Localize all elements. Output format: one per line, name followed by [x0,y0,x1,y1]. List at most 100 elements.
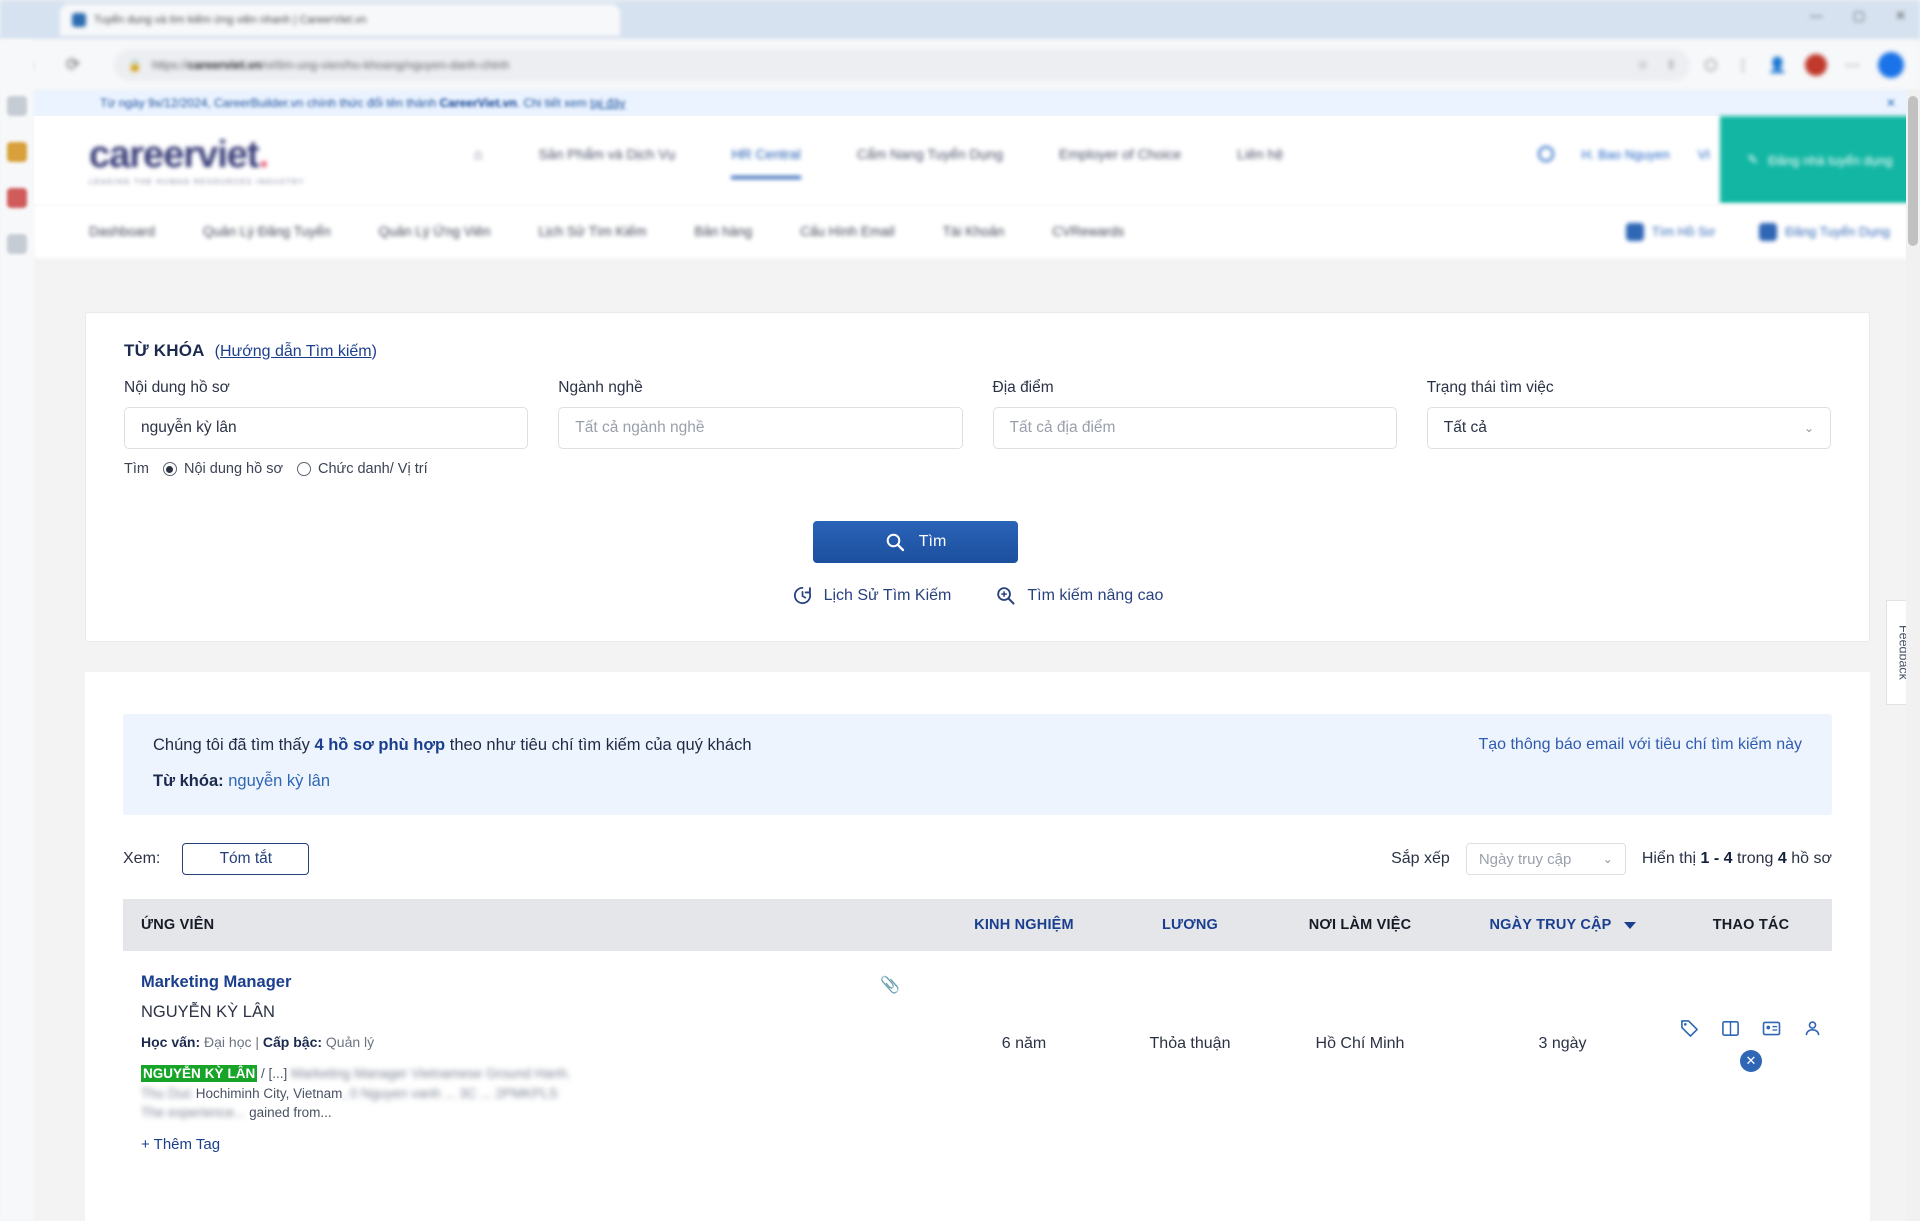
candidate-job-title[interactable]: Marketing Manager [141,973,933,992]
view-summary-button[interactable]: Tóm tắt [182,843,310,875]
cell-location: Hồ Chí Minh [1315,1035,1405,1052]
search-guide-link[interactable]: (Hướng dẫn Tìm kiếm) [215,343,377,361]
advanced-search-link[interactable]: Tìm kiếm nâng cao [995,585,1163,606]
post-job-cta-label: Đăng nhà tuyển dụng [1768,152,1893,168]
close-icon[interactable]: ✕ [1886,96,1896,110]
rail-icon-2[interactable] [7,142,27,162]
book-icon[interactable] [1721,1019,1740,1038]
sort-select[interactable]: Ngày truy cập ⌄ [1465,843,1626,875]
bookmark-icon[interactable]: ☆ [1637,58,1648,72]
create-email-alert-link[interactable]: Tạo thông báo email với tiêu chí tìm kiế… [1478,736,1802,754]
menu-dots-icon[interactable]: ⋮ [1735,56,1750,74]
contact-card-icon[interactable] [1762,1019,1781,1038]
find-resume-button[interactable]: Tìm Hồ Sơ [1625,222,1716,241]
puzzle-icon[interactable]: ⬡ [1704,56,1717,74]
window-controls[interactable]: — ▢ ✕ [1810,8,1906,24]
post-job-cta-button[interactable]: ✎ Đăng nhà tuyển dụng [1720,116,1920,204]
maximize-button[interactable]: ▢ [1853,8,1865,24]
column-last-access-label: NGÀY TRUY CẬP [1489,917,1612,933]
language-selector[interactable]: VI [1698,147,1710,162]
keyword-label: Từ khóa: [153,772,224,790]
url-path: /vi/tim-ung-vien/ho-khoang/nguyen-danh-c… [261,58,510,72]
subnav-item-sales[interactable]: Bản hàng [694,224,752,239]
page-scrollbar[interactable] [1906,90,1920,1221]
briefcase-icon [1759,222,1778,241]
search-mode-radios: Tìm Nội dung hồ sơ Chức danh/ Vị trí [124,461,528,477]
globe-icon [1537,146,1554,162]
careerviet-logo[interactable]: careerviet. LEADING THE HUMAN RESOURCES … [89,134,305,186]
notice-link[interactable]: tại đây [590,96,625,110]
address-bar[interactable]: 🔒 https://careerviet.vn/vi/tim-ung-vien/… [114,49,1691,81]
search-icon [886,533,904,552]
view-label: Xem: [123,850,161,867]
site-header: careerviet. LEADING THE HUMAN RESOURCES … [34,116,1920,204]
industry-input[interactable]: Tất cả ngành nghề [558,407,963,449]
label-job-status: Trạng thái tìm việc [1426,379,1554,396]
nav-item-contact[interactable]: Liên hệ [1237,146,1283,179]
radio-job-title[interactable]: Chức danh/ Vị trí [296,461,428,477]
subnav-item-email-config[interactable]: Cấu Hình Email [800,224,895,239]
add-tag-button[interactable]: + Thêm Tag [141,1136,933,1153]
site-notice-banner: Từ ngày 9x/12/2024, CareerBuilder.vn chí… [34,90,1920,116]
main-navigation: ⌂ Sản Phẩm và Dịch Vụ HR Central Cẩm Nan… [474,146,1283,179]
subnav-item-search-history[interactable]: Lịch Sử Tìm Kiếm [539,224,647,239]
rail-icon-4[interactable] [7,234,27,254]
results-section: Chúng tôi đã tìm thấy 4 hồ sơ phù hợp th… [85,672,1870,1221]
post-recruitment-label: Đăng Tuyển Dụng [1785,224,1890,239]
radio-profile-content[interactable]: Nội dung hồ sơ [162,461,283,477]
search-guide-label[interactable]: Hướng dẫn Tìm kiếm [220,343,372,360]
level-label: Cấp bậc: [262,1034,323,1050]
account-avatar[interactable] [1878,52,1904,78]
job-status-select[interactable]: Tất cả ⌄ [1426,407,1831,449]
column-last-access[interactable]: NGÀY TRUY CẬP [1455,917,1670,933]
subnav-item-account[interactable]: Tài Khoản [943,224,1005,239]
showing-prefix: Hiển thị [1641,850,1697,867]
subnav-item-dashboard[interactable]: Dashboard [89,224,155,239]
radio-prefix-label: Tìm [124,461,149,477]
profile-icon[interactable]: 👤 [1768,56,1787,74]
rail-icon-1[interactable] [7,96,27,116]
tag-icon[interactable] [1680,1019,1699,1038]
close-window-button[interactable]: ✕ [1895,8,1906,24]
share-icon[interactable]: ⇪ [1666,58,1676,72]
search-history-link[interactable]: Lịch Sử Tìm Kiếm [792,585,951,606]
field-location: Địa điểm Tất cả địa điểm [992,379,1397,477]
reload-icon[interactable]: ⟳ [58,50,88,80]
column-location: NƠI LÀM VIỆC [1308,917,1412,933]
radio-job-title-label: Chức danh/ Vị trí [317,461,428,477]
meta-separator: | [255,1034,260,1050]
nav-item-handbook[interactable]: Cẩm Nang Tuyển Dụng [857,146,1003,179]
snippet-visible-line: Hochiminh City, Vietnam [195,1085,343,1101]
more-icon[interactable]: ⋯ [1845,56,1860,74]
find-resume-label: Tìm Hồ Sơ [1651,224,1716,239]
close-circle-icon[interactable]: ✕ [1740,1050,1762,1072]
person-icon[interactable] [1803,1019,1822,1038]
radio-unselected-icon [296,462,311,476]
subnav-item-manage-jobs[interactable]: Quản Lý Đăng Tuyển [203,224,331,239]
browser-tab[interactable]: Tuyển dụng và tìm kiếm ứng viên nhanh | … [60,4,620,36]
minimize-button[interactable]: — [1810,8,1823,24]
subnav-item-cvrewards[interactable]: CVRewards [1052,224,1124,239]
sub-navigation: Dashboard Quản Lý Đăng Tuyển Quản Lý Ứng… [34,204,1920,260]
results-count: 4 hồ sơ phù hợp [314,736,446,754]
education-value: Đại học [204,1034,252,1050]
keyword-value: nguyễn kỳ lân [228,772,331,790]
scrollbar-thumb[interactable] [1908,96,1918,246]
search-button[interactable]: Tìm [813,521,1018,563]
column-salary[interactable]: LƯƠNG [1115,917,1265,933]
header-username[interactable]: H. Bao Nguyen [1582,147,1670,162]
subnav-item-manage-candidates[interactable]: Quản Lý Ứng Viên [379,224,491,239]
nav-item-products[interactable]: Sản Phẩm và Dịch Vụ [538,146,675,179]
paperclip-icon[interactable]: 📎 [880,975,900,995]
nav-home-icon[interactable]: ⌂ [474,146,482,179]
search-input[interactable]: nguyễn kỳ lân [124,407,529,449]
post-recruitment-button[interactable]: Đăng Tuyển Dụng [1759,222,1890,241]
column-experience[interactable]: KINH NGHIỆM [933,917,1115,933]
rail-icon-3[interactable] [7,188,27,208]
location-input[interactable]: Tất cả địa điểm [992,407,1397,449]
nav-item-employer-of-choice[interactable]: Employer of Choice [1059,146,1181,179]
avatar[interactable] [1805,54,1827,76]
nav-item-hr-central[interactable]: HR Central [731,146,801,179]
candidate-name: NGUYỄN KỲ LÂN [141,1003,275,1021]
cell-experience: 6 năm [1001,1035,1047,1052]
